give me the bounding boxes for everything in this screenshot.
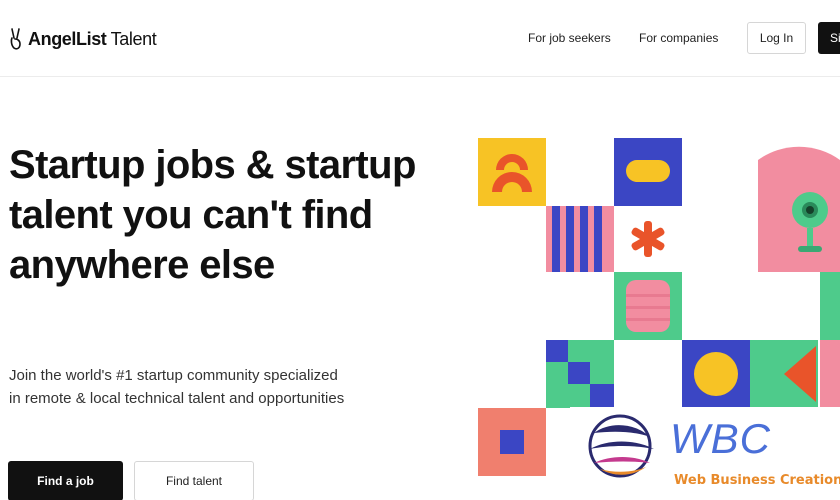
find-job-button[interactable]: Find a job	[8, 461, 123, 500]
nav-for-companies[interactable]: For companies	[639, 31, 718, 45]
signup-button[interactable]: Si	[818, 22, 840, 54]
angellist-logo[interactable]: AngelList Talent	[8, 27, 157, 51]
stripe	[580, 206, 588, 272]
yellow-circle	[694, 352, 738, 396]
wbc-watermark: WBC Web Business Creation	[570, 407, 840, 500]
ridge	[626, 294, 670, 297]
checker-square	[590, 384, 614, 408]
globe-logo-icon	[588, 414, 654, 478]
nav-for-job-seekers[interactable]: For job seekers	[528, 31, 611, 45]
hero-subtitle: Join the world's #1 startup community sp…	[9, 367, 345, 407]
top-navigation: AngelList Talent For job seekers For com…	[0, 0, 840, 77]
green-corner-tile	[820, 272, 840, 340]
watermark-tagline: Web Business Creation	[674, 473, 840, 488]
hero-title: Startup jobs & startup talent you can't …	[9, 143, 416, 287]
find-talent-button[interactable]: Find talent	[134, 461, 254, 500]
checker-square	[568, 362, 590, 384]
checker-square	[546, 340, 568, 362]
ridge	[626, 306, 670, 309]
blue-square	[500, 430, 524, 454]
login-button[interactable]: Log In	[747, 22, 806, 54]
yellow-pill-shape	[626, 160, 670, 182]
watermark-brand: WBC	[670, 415, 771, 462]
orange-flower-shape	[631, 221, 665, 257]
pink-edge-tile	[820, 340, 840, 408]
stripe	[566, 206, 574, 272]
victory-hand-icon	[10, 28, 21, 50]
logo-wordmark: AngelList Talent	[28, 28, 157, 49]
stripe	[552, 206, 560, 272]
stripe	[594, 206, 602, 272]
ridge	[626, 318, 670, 321]
